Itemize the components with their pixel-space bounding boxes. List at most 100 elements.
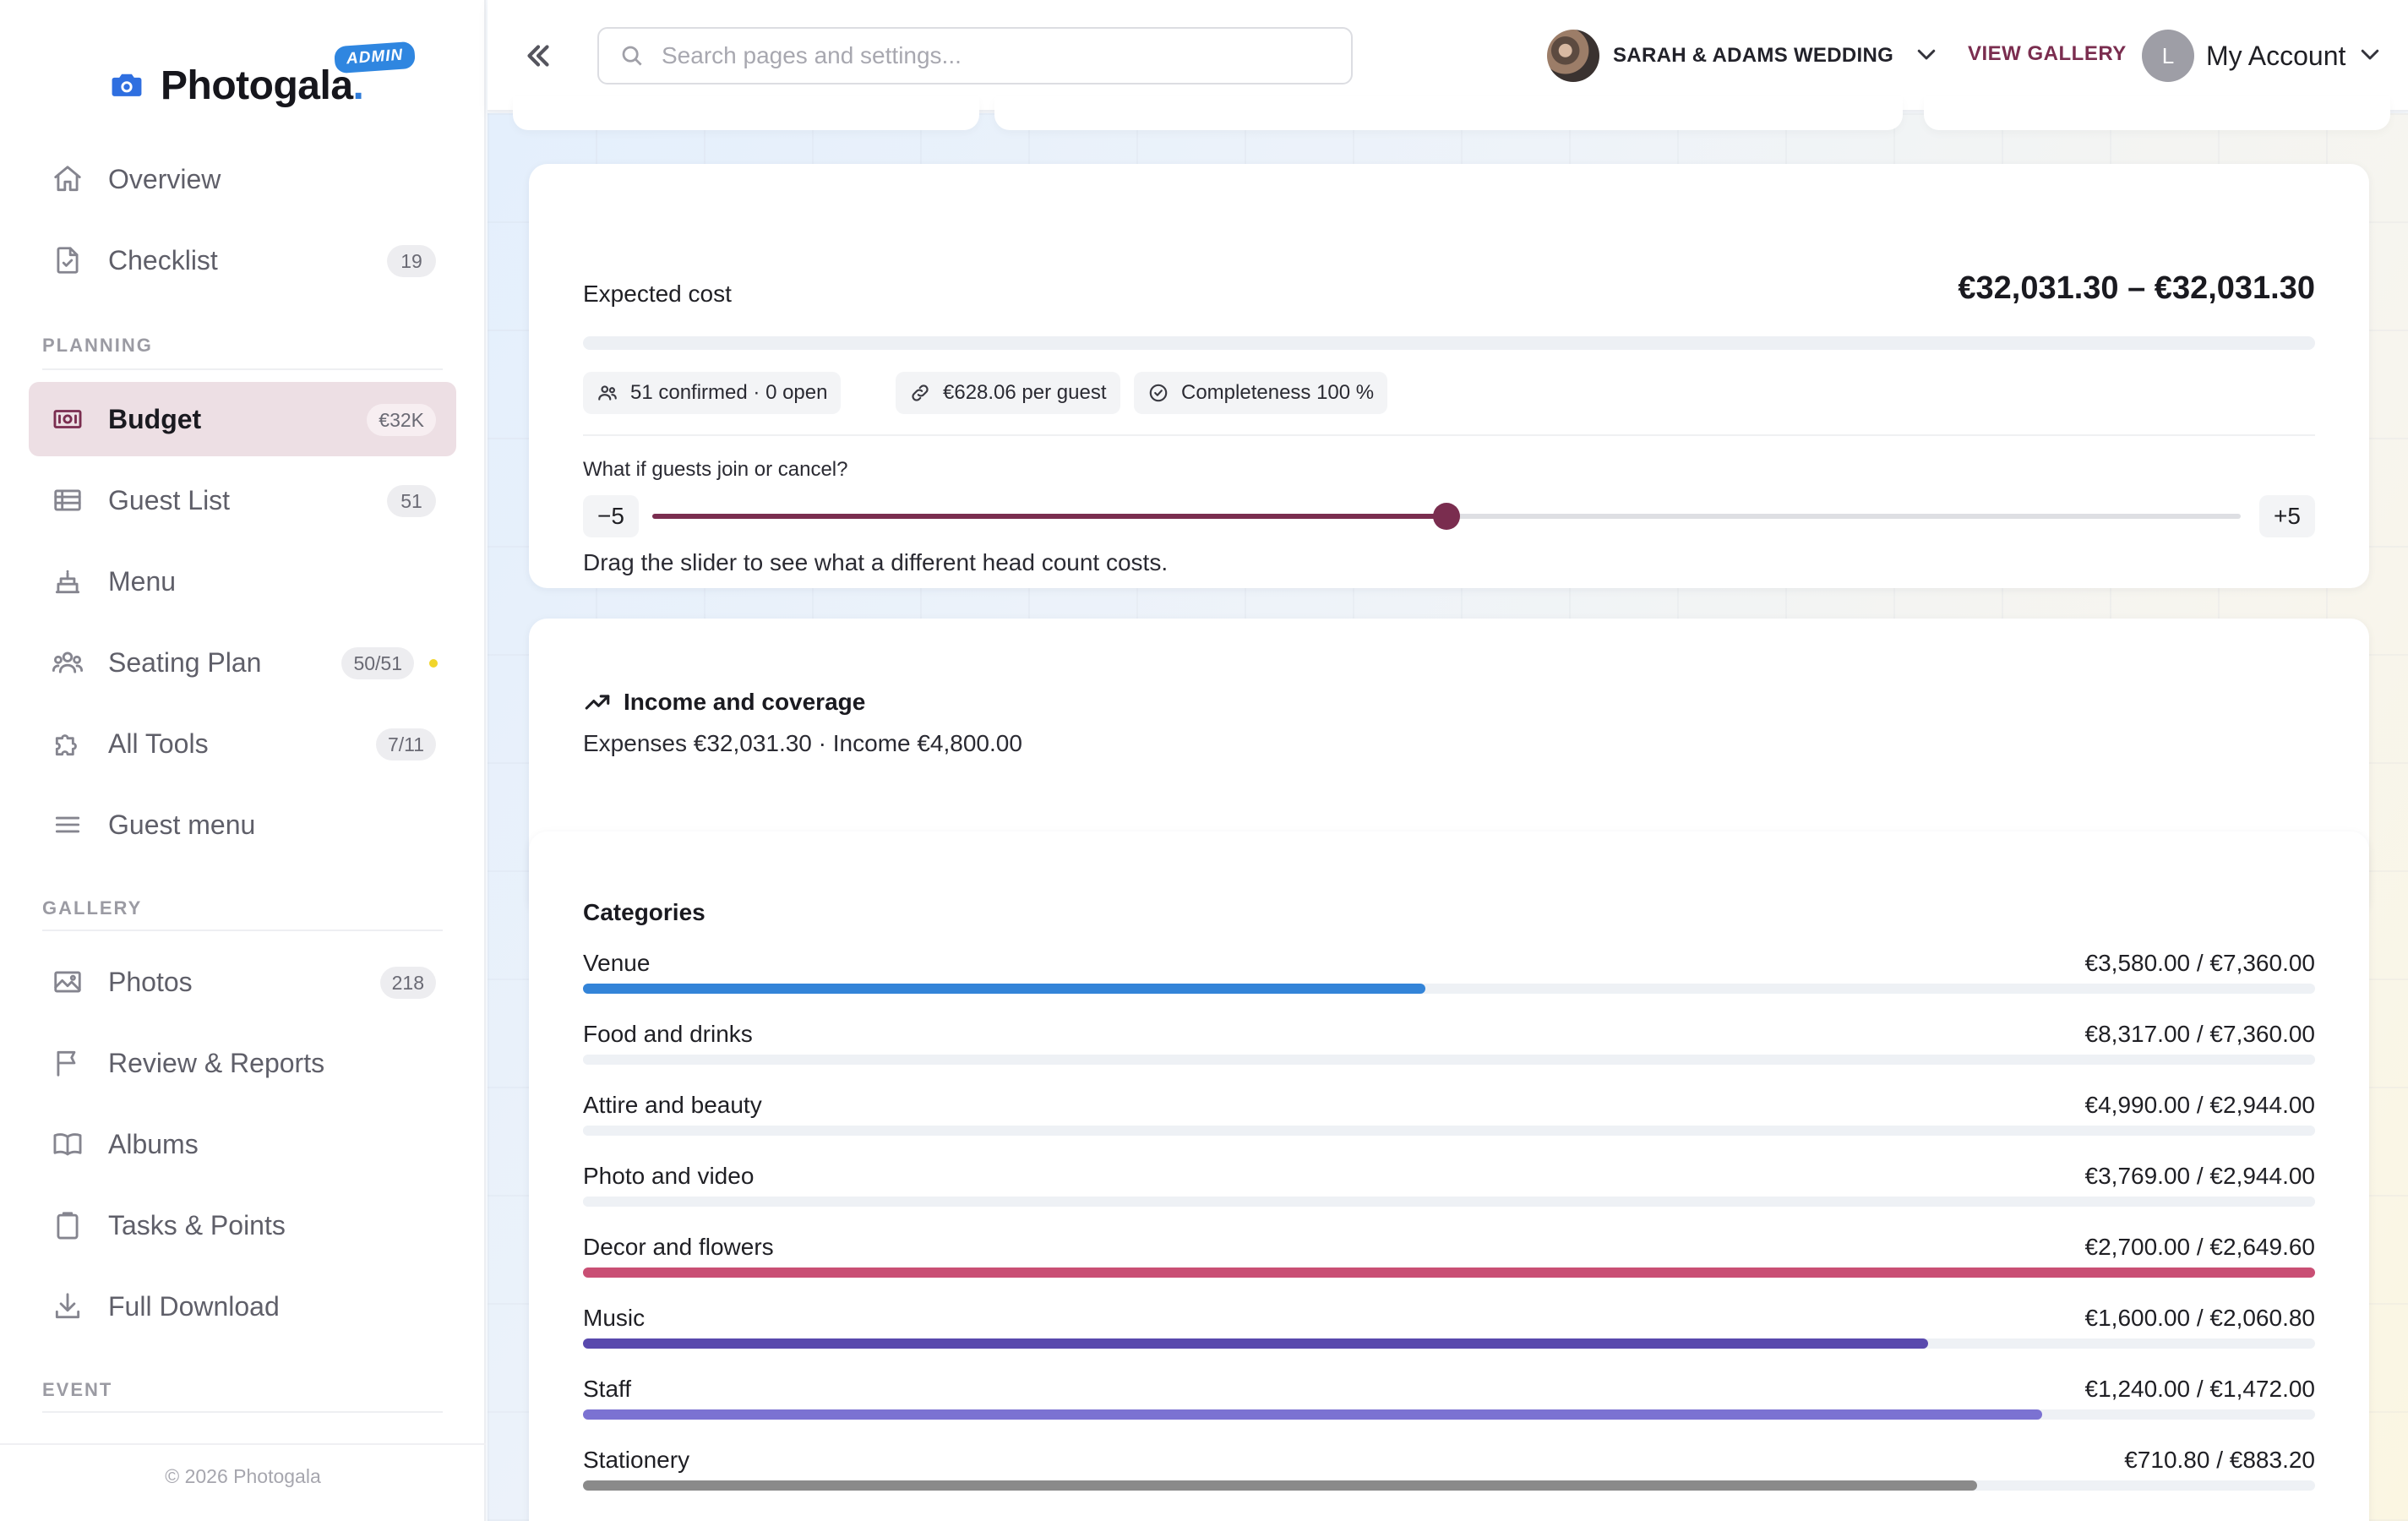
sidebar: Photogala. ADMIN Overview Checklist 19 P…	[0, 0, 486, 1521]
admin-badge: ADMIN	[333, 41, 417, 74]
sidebar-item-label: Albums	[108, 1128, 199, 1159]
sidebar-item-full-download[interactable]: Full Download	[29, 1269, 456, 1344]
summary-card-edge	[994, 96, 1903, 130]
categories-card: Categories Venue €3,580.00 / €7,360.00 Foo…	[529, 831, 2369, 1521]
puzzle-icon	[51, 727, 84, 760]
category-name: Attire and beauty	[583, 1092, 762, 1118]
count-badge: 51	[387, 485, 436, 517]
book-icon	[51, 1127, 84, 1161]
sidebar-item-guest-list[interactable]: Guest List 51	[29, 463, 456, 537]
sidebar-item-label: Guest List	[108, 484, 231, 515]
category-row[interactable]: Decor and flowers €2,700.00 / €2,649.60	[583, 1234, 2315, 1305]
category-amount: €1,600.00 / €2,060.80	[2084, 1305, 2315, 1331]
expected-cost-label: Expected cost	[583, 281, 732, 307]
slider-handle[interactable]	[1433, 503, 1460, 530]
chevron-down-icon	[2357, 41, 2383, 71]
sidebar-item-guest-menu[interactable]: Guest menu	[29, 788, 456, 862]
sidebar-item-albums[interactable]: Albums	[29, 1107, 456, 1181]
what-if-label: What if guests join or cancel?	[583, 458, 848, 481]
sidebar-item-tasks-points[interactable]: Tasks & Points	[29, 1188, 456, 1262]
category-progress-track	[583, 1197, 2315, 1207]
category-row[interactable]: Venue €3,580.00 / €7,360.00	[583, 950, 2315, 1021]
category-name: Fees and insurance	[583, 1518, 791, 1521]
count-badge: 50/51	[341, 647, 414, 679]
main-content: Expected cost €32,031.30 – €32,031.30 51…	[488, 96, 2408, 1521]
category-progress-fill	[583, 1126, 2315, 1136]
category-row[interactable]: Food and drinks €8,317.00 / €7,360.00	[583, 1021, 2315, 1092]
event-switcher[interactable]: SARAH & ADAMS WEDDING	[1547, 29, 1939, 83]
slider-fill	[652, 514, 1446, 519]
avatar: L	[2142, 30, 2194, 82]
footer-divider	[0, 1443, 486, 1445]
category-name: Venue	[583, 950, 651, 976]
checklist-icon	[51, 243, 84, 277]
sidebar-item-label: Overview	[108, 163, 221, 194]
category-row[interactable]: Photo and video €3,769.00 / €2,944.00	[583, 1163, 2315, 1234]
category-progress-track	[583, 1409, 2315, 1420]
chip-confirmed: 51 confirmed · 0 open	[583, 372, 842, 414]
search-input[interactable]	[662, 42, 1321, 69]
brand-logo[interactable]: Photogala. ADMIN	[108, 41, 417, 115]
income-title: Income and coverage	[583, 688, 865, 717]
download-icon	[51, 1289, 84, 1323]
category-progress-fill	[583, 1055, 2315, 1065]
collapse-sidebar-button[interactable]	[516, 34, 560, 78]
category-amount: €1,240.00 / €1,472.00	[2084, 1376, 2315, 1402]
count-badge: 218	[379, 967, 436, 999]
sidebar-item-seating-plan[interactable]: Seating Plan 50/51	[29, 625, 456, 700]
guest-count-slider[interactable]	[652, 503, 2241, 530]
category-row[interactable]: Stationery €710.80 / €883.20	[583, 1447, 2315, 1518]
section-divider	[42, 368, 443, 370]
sidebar-item-budget[interactable]: Budget €32K	[29, 382, 456, 456]
category-name: Music	[583, 1305, 646, 1331]
topbar: SARAH & ADAMS WEDDING VIEW GALLERY L My …	[488, 0, 2408, 112]
expected-cost-bar	[583, 336, 2315, 350]
category-name: Decor and flowers	[583, 1234, 774, 1260]
sidebar-item-checklist[interactable]: Checklist 19	[29, 223, 456, 297]
link-icon	[912, 384, 929, 401]
category-row[interactable]: Staff €1,240.00 / €1,472.00	[583, 1376, 2315, 1447]
count-badge: 7/11	[375, 728, 436, 760]
decrease-guests-button[interactable]: −5	[583, 495, 639, 537]
category-name: Stationery	[583, 1447, 690, 1473]
category-amount: €4,990.00 / €2,944.00	[2084, 1092, 2315, 1118]
income-summary: Expenses €32,031.30 · Income €4,800.00	[583, 730, 1022, 756]
section-label-planning: PLANNING	[42, 335, 153, 356]
search-box[interactable]	[597, 27, 1353, 84]
sidebar-item-overview[interactable]: Overview	[29, 142, 456, 216]
view-gallery-link[interactable]: VIEW GALLERY	[1968, 42, 2127, 66]
money-icon	[51, 402, 84, 436]
category-row[interactable]: Music €1,600.00 / €2,060.80	[583, 1305, 2315, 1376]
category-progress-fill	[583, 1409, 2042, 1420]
category-amount: €710.80 / €883.20	[2124, 1447, 2315, 1473]
count-badge: €32K	[367, 404, 436, 436]
category-progress-track	[583, 1055, 2315, 1065]
sidebar-item-review-reports[interactable]: Review & Reports	[29, 1026, 456, 1100]
category-progress-track	[583, 1338, 2315, 1349]
sidebar-item-label: Budget	[108, 403, 202, 434]
category-amount: €3,580.00 / €7,360.00	[2084, 950, 2315, 976]
account-menu[interactable]: L My Account	[2142, 29, 2383, 83]
summary-card-edge	[513, 96, 979, 130]
category-amount: €3,769.00 / €2,944.00	[2084, 1163, 2315, 1189]
brand-name: Photogala.	[161, 63, 364, 108]
category-row[interactable]: Fees and insurance €1,200.00 / €588.80	[583, 1518, 2315, 1521]
trending-up-icon	[585, 695, 610, 710]
chip-per-guest: €628.06 per guest	[896, 372, 1120, 414]
category-row[interactable]: Attire and beauty €4,990.00 / €2,944.00	[583, 1092, 2315, 1163]
sidebar-item-label: Photos	[108, 966, 193, 997]
account-label: My Account	[2206, 40, 2346, 71]
event-name: SARAH & ADAMS WEDDING	[1613, 44, 1894, 67]
category-progress-fill	[583, 1338, 1928, 1349]
category-name: Food and drinks	[583, 1021, 753, 1047]
category-progress-track	[583, 1268, 2315, 1278]
sidebar-item-menu[interactable]: Menu	[29, 544, 456, 619]
categories-title: Categories	[583, 899, 706, 925]
category-name: Photo and video	[583, 1163, 755, 1189]
search-icon	[622, 46, 642, 66]
increase-guests-button[interactable]: +5	[2259, 495, 2315, 537]
sidebar-item-all-tools[interactable]: All Tools 7/11	[29, 706, 456, 781]
flag-icon	[51, 1046, 84, 1080]
event-avatar	[1547, 30, 1599, 82]
sidebar-item-photos[interactable]: Photos 218	[29, 945, 456, 1019]
